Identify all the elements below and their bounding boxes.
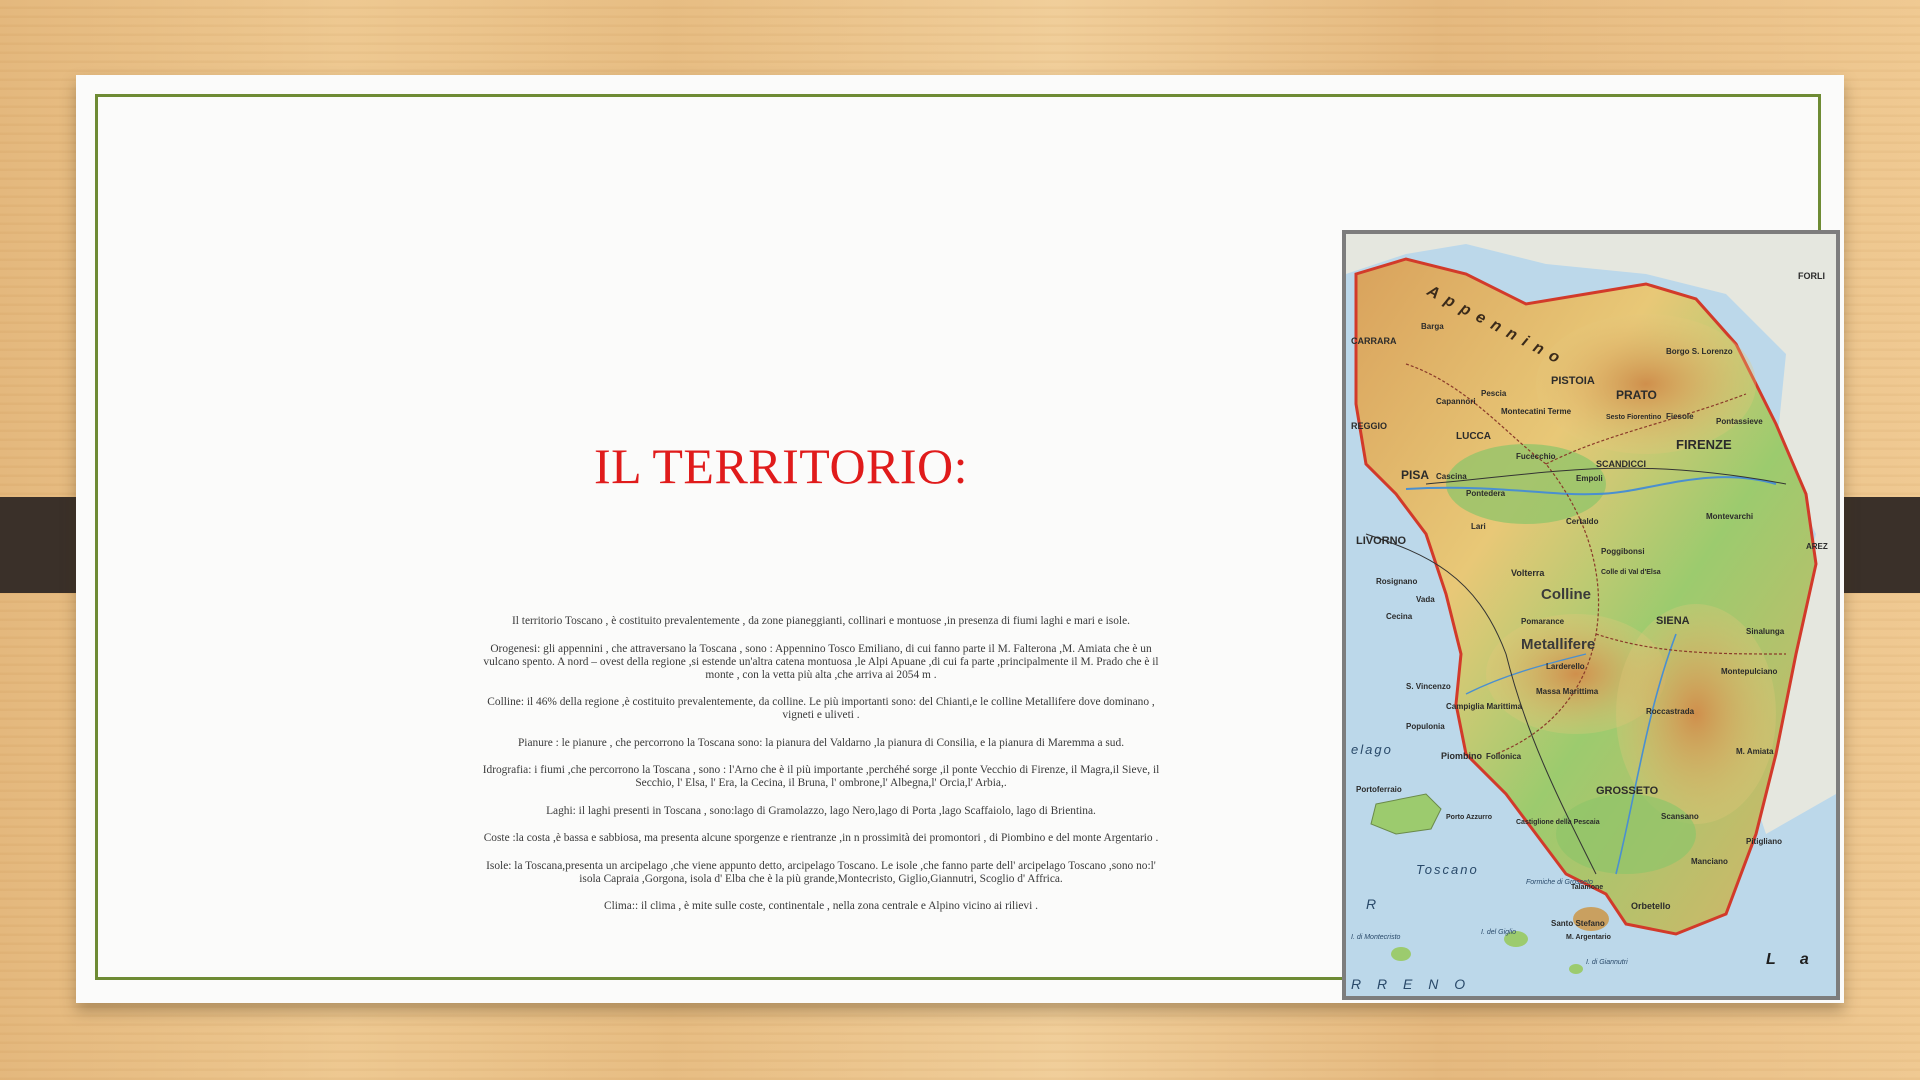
map-label-fucecchio: Fucecchio xyxy=(1516,452,1556,461)
map-label-manciano: Manciano xyxy=(1691,857,1728,866)
map-sea-label-la: L a xyxy=(1766,951,1819,968)
map-label-poggibonsi: Poggibonsi xyxy=(1601,547,1645,556)
map-label-scandicci: SCANDICCI xyxy=(1596,459,1646,469)
map-label-montevarchi: Montevarchi xyxy=(1706,512,1753,521)
paragraph-coste: Coste :la costa ,è bassa e sabbiosa, ma … xyxy=(483,832,1159,844)
map-label-montepulciano: Montepulciano xyxy=(1721,667,1778,676)
paragraph-isole: Isole: la Toscana,presenta un arcipelago… xyxy=(486,859,1156,885)
map-label-pontedera: Pontedera xyxy=(1466,489,1506,498)
map-label-pistoia: PISTOIA xyxy=(1551,375,1595,387)
map-label-orbetello: Orbetello xyxy=(1631,901,1671,911)
map-label-larderello: Larderello xyxy=(1546,662,1585,671)
map-label-follonica: Follonica xyxy=(1486,752,1522,761)
paragraph-orogenesi: Orogenesi: gli appennini , che attravers… xyxy=(483,642,1159,681)
map-label-populonia: Populonia xyxy=(1406,722,1445,731)
paragraph-pianure: Pianure : le pianure , che percorrono la… xyxy=(517,736,1125,749)
map-label-sinalunga: Sinalunga xyxy=(1746,627,1785,636)
map-sea-label-r: R xyxy=(1366,896,1376,912)
tuscany-map: PISTOIA PRATO FIRENZE LUCCA PISA LIVORNO… xyxy=(1342,230,1840,1000)
map-label-pescia: Pescia xyxy=(1481,389,1507,398)
map-label-montecatini: Montecatini Terme xyxy=(1501,407,1572,416)
map-label-s-vincenzo: S. Vincenzo xyxy=(1406,682,1451,691)
map-label-pisa: PISA xyxy=(1401,468,1429,482)
map-label-volterra: Volterra xyxy=(1511,568,1545,578)
map-label-cecina: Cecina xyxy=(1386,612,1413,621)
map-label-rosignano: Rosignano xyxy=(1376,577,1417,586)
map-label-cascina: Cascina xyxy=(1436,472,1467,481)
map-island-giglio: I. del Giglio xyxy=(1481,929,1516,936)
map-island-formiche: Formiche di Grosseto xyxy=(1526,879,1593,886)
map-label-grosseto: GROSSETO xyxy=(1596,785,1659,797)
map-label-prato: PRATO xyxy=(1616,388,1657,402)
slide-paper: IL TERRITORIO: Il territorio Toscano , è… xyxy=(76,75,1844,1003)
map-label-m-amiata: M. Amiata xyxy=(1736,747,1774,756)
map-label-fiesole: Fiesole xyxy=(1666,412,1694,421)
map-label-roccastrada: Roccastrada xyxy=(1646,707,1695,716)
map-island-giannutri: I. di Giannutri xyxy=(1586,959,1628,966)
map-label-forli: FORLI xyxy=(1798,271,1825,281)
paragraph-intro: Il territorio Toscano , è costituito pre… xyxy=(511,615,1130,627)
map-sea-label-toscano: Toscano xyxy=(1416,862,1479,877)
map-sea-label-arcipelago: elago xyxy=(1351,742,1393,757)
map-label-carrara: CARRARA xyxy=(1351,336,1397,346)
map-label-certaldo: Certaldo xyxy=(1566,517,1599,526)
map-sea-label-tirreno: R R E N O xyxy=(1351,976,1471,992)
map-label-massa-marittima: Massa Marittima xyxy=(1536,687,1599,696)
slide-body-text: Il territorio Toscano , è costituito pre… xyxy=(478,615,1164,928)
map-label-scansano: Scansano xyxy=(1661,812,1699,821)
map-label-empoli: Empoli xyxy=(1576,474,1603,483)
map-label-firenze: FIRENZE xyxy=(1676,437,1732,452)
map-label-portoferraio: Portoferraio xyxy=(1356,785,1402,794)
map-label-colline: Colline xyxy=(1541,586,1591,603)
map-label-castiglione-pescaia: Castiglione della Pescaia xyxy=(1516,819,1600,826)
paragraph-clima: Clima:: il clima , è mite sulle coste, c… xyxy=(604,900,1038,912)
map-label-arezzo: AREZ xyxy=(1806,542,1828,551)
tuscany-map-svg: PISTOIA PRATO FIRENZE LUCCA PISA LIVORNO… xyxy=(1346,234,1836,996)
map-label-livorno: LIVORNO xyxy=(1356,535,1407,547)
map-label-siena: SIENA xyxy=(1656,615,1690,627)
slide-title: IL TERRITORIO: xyxy=(593,438,969,494)
map-label-m-argentario: M. Argentario xyxy=(1566,934,1611,941)
map-label-reggio: REGGIO xyxy=(1351,421,1387,431)
map-label-vada: Vada xyxy=(1416,595,1435,604)
map-label-capannori: Capannori xyxy=(1436,397,1476,406)
map-label-sesto-fiorentino: Sesto Fiorentino xyxy=(1606,414,1661,421)
paragraph-idrografia: Idrografia: i fiumi ,che percorrono la T… xyxy=(482,764,1160,789)
map-label-lari: Lari xyxy=(1471,522,1486,531)
map-label-porto-azzurro: Porto Azzurro xyxy=(1446,814,1492,821)
map-label-campiglia: Campiglia Marittima xyxy=(1446,702,1523,711)
map-label-borgo-s-lorenzo: Borgo S. Lorenzo xyxy=(1666,347,1733,356)
paragraph-laghi: Laghi: il laghi presenti in Toscana , so… xyxy=(546,804,1096,817)
map-label-santo-stefano: Santo Stefano xyxy=(1551,919,1605,928)
paragraph-colline: Colline: il 46% della regione ,è costitu… xyxy=(487,696,1155,721)
map-label-pomarance: Pomarance xyxy=(1521,617,1565,626)
map-label-barga: Barga xyxy=(1421,322,1444,331)
map-label-piombino: Piombino xyxy=(1441,751,1482,761)
map-label-pontassieve: Pontassieve xyxy=(1716,417,1763,426)
map-label-colle-val-elsa: Colle di Val d'Elsa xyxy=(1601,569,1661,576)
map-island-montecristo: I. di Montecristo xyxy=(1351,934,1401,941)
map-label-metallifere: Metallifere xyxy=(1521,636,1595,653)
map-label-pitigliano: Pitigliano xyxy=(1746,837,1782,846)
map-label-lucca: LUCCA xyxy=(1456,431,1491,442)
